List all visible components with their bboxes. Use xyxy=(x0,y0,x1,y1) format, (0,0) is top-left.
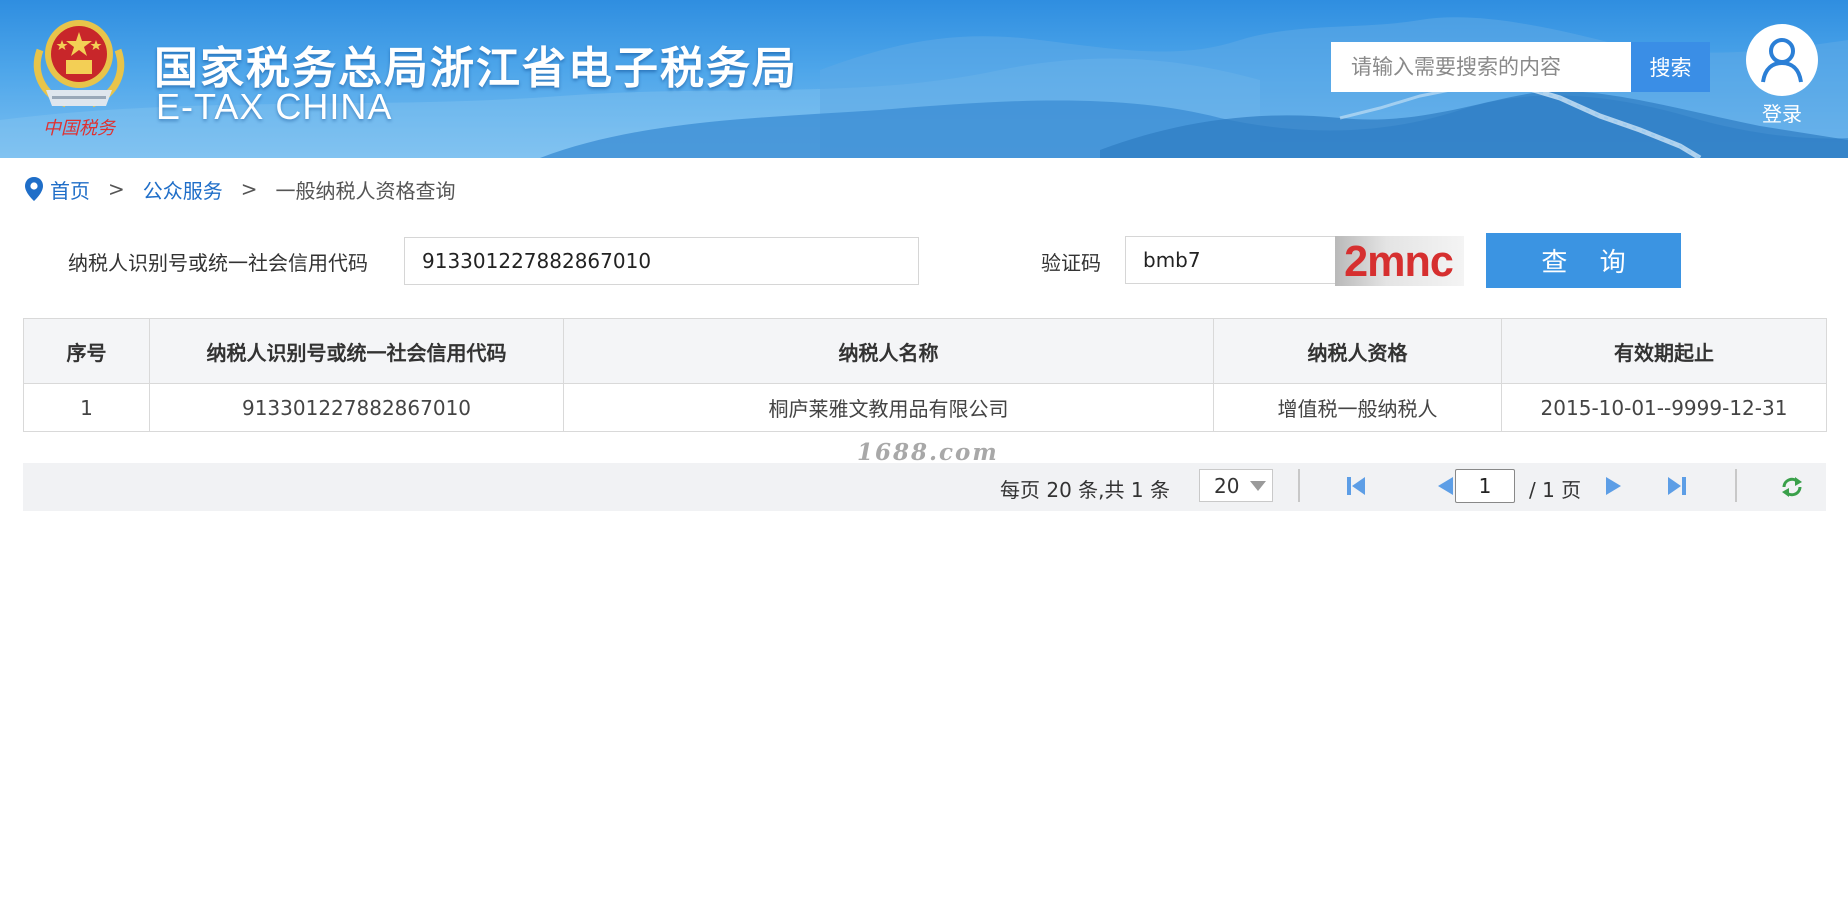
page-size-select[interactable]: 20 xyxy=(1199,469,1273,502)
login-avatar-button[interactable] xyxy=(1746,24,1818,96)
breadcrumb-separator: > xyxy=(108,177,125,201)
pager-divider xyxy=(1298,469,1300,502)
next-page-icon[interactable] xyxy=(1603,475,1625,497)
breadcrumb: 首页 > 公众服务 > 一般纳税人资格查询 xyxy=(24,174,456,204)
column-header-taxpayer-code: 纳税人识别号或统一社会信用代码 xyxy=(149,318,564,384)
column-header-validity-period: 有效期起止 xyxy=(1501,318,1827,384)
cell-validity-period: 2015-10-01--9999-12-31 xyxy=(1501,383,1827,432)
cell-index: 1 xyxy=(23,383,150,432)
captcha-label: 验证码 xyxy=(1041,251,1101,275)
taxpayer-code-label: 纳税人识别号或统一社会信用代码 xyxy=(68,251,368,275)
emblem-script-text: 中国税务 xyxy=(43,118,117,139)
watermark-text: 1688.com xyxy=(857,439,999,466)
site-header: 中国税务 国家税务总局浙江省电子税务局 E-TAX CHINA 搜索 登录 xyxy=(0,0,1848,158)
pagination-bar: 每页 20 条,共 1 条 20 / 1 页 xyxy=(23,463,1826,511)
refresh-icon[interactable] xyxy=(1780,475,1804,499)
breadcrumb-public-service-link[interactable]: 公众服务 xyxy=(143,175,223,204)
breadcrumb-separator: > xyxy=(240,177,258,201)
cell-taxpayer-code: 913301227882867010 xyxy=(149,383,564,432)
total-pages-label: / 1 页 xyxy=(1529,478,1582,502)
search-button[interactable]: 搜索 xyxy=(1631,42,1710,92)
records-summary: 每页 20 条,共 1 条 xyxy=(1000,478,1170,502)
captcha-input[interactable] xyxy=(1125,236,1336,284)
taxpayer-code-input[interactable] xyxy=(404,237,919,285)
table-row: 1 913301227882867010 桐庐莱雅文教用品有限公司 增值税一般纳… xyxy=(23,383,1827,432)
cell-qualification: 增值税一般纳税人 xyxy=(1213,383,1502,432)
location-pin-icon xyxy=(24,176,44,202)
breadcrumb-home-link[interactable]: 首页 xyxy=(50,175,90,204)
breadcrumb-current-page: 一般纳税人资格查询 xyxy=(275,178,456,203)
captcha-image[interactable]: 2mnc xyxy=(1335,236,1464,286)
previous-page-icon[interactable] xyxy=(1434,475,1456,497)
column-header-index: 序号 xyxy=(23,318,150,384)
first-page-icon[interactable] xyxy=(1345,475,1367,497)
site-subtitle: E-TAX CHINA xyxy=(156,86,393,127)
result-table: 序号 纳税人识别号或统一社会信用代码 纳税人名称 纳税人资格 有效期起止 1 9… xyxy=(23,318,1827,432)
query-button[interactable]: 查 询 xyxy=(1486,233,1681,288)
search-input[interactable] xyxy=(1331,42,1631,92)
current-page-input[interactable] xyxy=(1455,469,1515,503)
captcha-image-text: 2mnc xyxy=(1344,237,1454,286)
pager-divider xyxy=(1735,469,1737,502)
column-header-taxpayer-name: 纳税人名称 xyxy=(563,318,1214,384)
tax-emblem-icon: 中国税务 xyxy=(33,20,125,139)
table-header-row: 序号 纳税人识别号或统一社会信用代码 纳税人名称 纳税人资格 有效期起止 xyxy=(23,318,1827,384)
cell-taxpayer-name: 桐庐莱雅文教用品有限公司 xyxy=(563,383,1214,432)
user-icon xyxy=(1761,38,1803,83)
column-header-qualification: 纳税人资格 xyxy=(1213,318,1502,384)
last-page-icon[interactable] xyxy=(1666,475,1688,497)
page-size-value: 20 xyxy=(1214,474,1240,498)
chevron-down-icon xyxy=(1250,481,1266,491)
login-link[interactable]: 登录 xyxy=(1746,98,1818,127)
